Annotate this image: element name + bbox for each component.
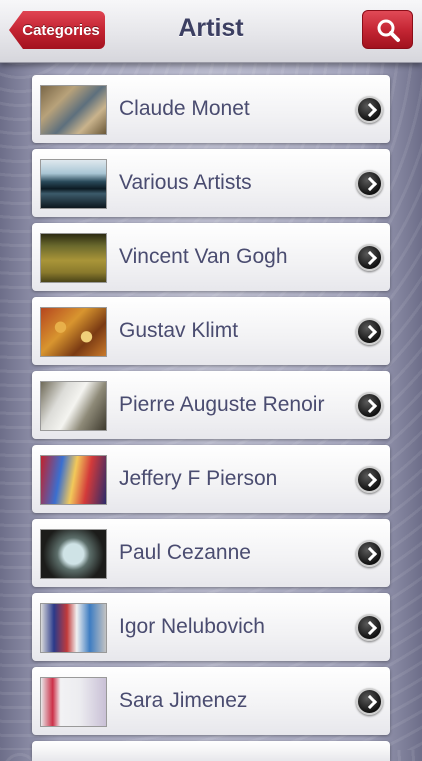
artist-row-vincent-van-gogh[interactable]: Vincent Van Gogh	[32, 223, 390, 291]
artist-row-sara-jimenez[interactable]: Sara Jimenez	[32, 667, 390, 735]
disclosure-arrow-icon[interactable]	[356, 244, 383, 271]
artist-row-jeffery-f-pierson[interactable]: Jeffery F Pierson	[32, 445, 390, 513]
artist-name: Jeffery F Pierson	[119, 467, 278, 490]
artist-row-gustav-klimt[interactable]: Gustav Klimt	[32, 297, 390, 365]
search-icon	[377, 19, 400, 42]
artwork-thumbnail	[40, 603, 107, 653]
artist-name: Claude Monet	[119, 97, 250, 120]
search-button[interactable]	[362, 10, 413, 49]
artwork-thumbnail	[40, 85, 107, 135]
artist-list: Claude Monet Various Artists Vincent Van…	[32, 75, 390, 761]
artwork-thumbnail	[40, 233, 107, 283]
artist-row-various-artists[interactable]: Various Artists	[32, 149, 390, 217]
disclosure-arrow-icon[interactable]	[356, 96, 383, 123]
artist-name: Gustav Klimt	[119, 319, 239, 342]
disclosure-arrow-icon[interactable]	[356, 540, 383, 567]
artist-row-paul-cezanne[interactable]: Paul Cezanne	[32, 519, 390, 587]
artist-row-pierre-auguste-renoir[interactable]: Pierre Auguste Renoir	[32, 371, 390, 439]
artist-name: Igor Nelubovich	[119, 615, 265, 638]
artist-row-igor-nelubovich[interactable]: Igor Nelubovich	[32, 593, 390, 661]
artwork-thumbnail	[40, 381, 107, 431]
disclosure-arrow-icon[interactable]	[356, 614, 383, 641]
artist-name: Paul Cezanne	[119, 541, 251, 564]
artist-name: Various Artists	[119, 171, 252, 194]
disclosure-arrow-icon[interactable]	[356, 688, 383, 715]
disclosure-arrow-icon[interactable]	[356, 170, 383, 197]
artwork-thumbnail	[40, 159, 107, 209]
artwork-thumbnail	[40, 529, 107, 579]
artwork-thumbnail	[40, 307, 107, 357]
disclosure-arrow-icon[interactable]	[356, 318, 383, 345]
disclosure-arrow-icon[interactable]	[356, 466, 383, 493]
artwork-thumbnail	[40, 455, 107, 505]
disclosure-arrow-icon[interactable]	[356, 392, 383, 419]
artist-row-partial[interactable]	[32, 741, 390, 761]
artist-row-claude-monet[interactable]: Claude Monet	[32, 75, 390, 143]
artist-name: Vincent Van Gogh	[119, 245, 288, 268]
navigation-bar: Categories Artist	[0, 0, 422, 63]
artist-name: Sara Jimenez	[119, 689, 248, 712]
artwork-thumbnail	[40, 677, 107, 727]
artist-name: Pierre Auguste Renoir	[119, 393, 325, 416]
page-title: Artist	[178, 14, 244, 42]
